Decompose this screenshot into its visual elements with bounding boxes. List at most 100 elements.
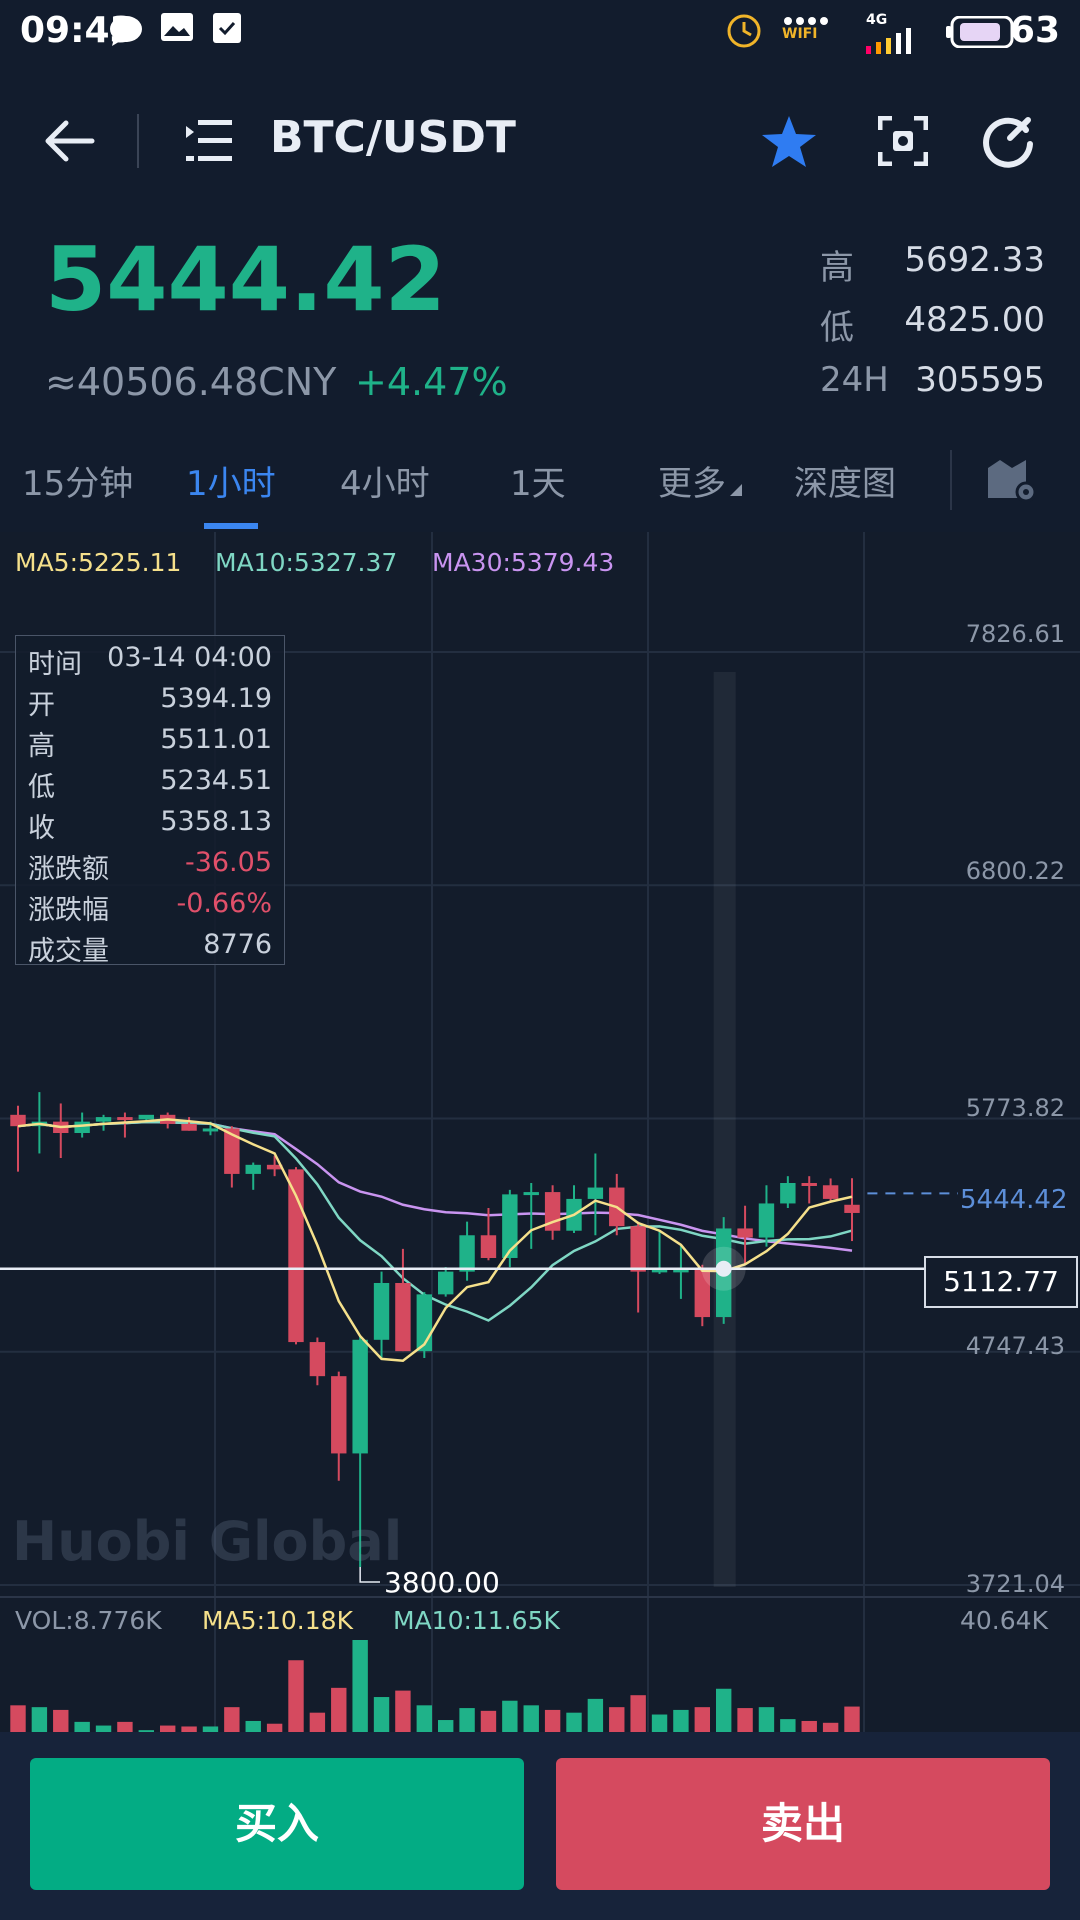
volume-bar (352, 1640, 368, 1732)
status-bar: 09:43 WIFI 4G 63 (0, 0, 1080, 64)
battery-icon (946, 16, 1014, 48)
header-divider (137, 114, 139, 168)
candle-body (630, 1226, 646, 1272)
candle-body (822, 1185, 839, 1199)
pair-title[interactable]: BTC/USDT (270, 112, 516, 163)
vol-max-label: 40.64K (960, 1606, 1048, 1635)
buy-button[interactable]: 买入 (30, 1758, 524, 1890)
y-tick-label: 6800.22 (965, 857, 1065, 885)
volume-bar (587, 1698, 604, 1732)
cell-signal-icon (866, 28, 911, 54)
crosshair-price-tag: 5112.77 (924, 1256, 1078, 1308)
volume-bar (437, 1720, 454, 1732)
volume-bar (758, 1707, 775, 1732)
volume-bar (523, 1705, 539, 1732)
candle-body (309, 1342, 326, 1377)
volume-bar (331, 1687, 347, 1732)
volume-bar (459, 1708, 475, 1732)
change-percent: +4.47% (355, 360, 508, 404)
back-arrow-icon[interactable] (42, 118, 98, 164)
star-icon[interactable] (760, 114, 818, 170)
volume-bar (822, 1722, 839, 1732)
image-icon (161, 13, 193, 41)
vol-legend: VOL:8.776K (15, 1606, 162, 1635)
candle-body (459, 1235, 475, 1272)
ma10-legend: MA10:5327.37 (215, 548, 398, 577)
candle-body (587, 1187, 604, 1199)
candle-body (74, 1121, 90, 1134)
volume-bar (609, 1707, 625, 1732)
volume-bar (694, 1707, 711, 1732)
chart-settings-icon[interactable] (986, 456, 1038, 504)
volume-bar (801, 1720, 817, 1732)
candle-body (138, 1114, 155, 1120)
tooltip-row-change-pct: 涨跌幅 -0.66% (28, 888, 272, 926)
volume-bar (502, 1700, 518, 1732)
y-tick-label: 4747.43 (965, 1332, 1065, 1360)
chat-bubble-icon (110, 16, 142, 46)
volume-bar (53, 1709, 69, 1732)
candle-body (373, 1282, 390, 1340)
dropdown-triangle-icon (730, 484, 742, 496)
candle-body (181, 1123, 197, 1131)
high-value: 5692.33 (904, 240, 1045, 280)
tooltip-row-close: 收 5358.13 (28, 806, 272, 844)
tab-1hour[interactable]: 1小时 (186, 456, 276, 505)
candle-body (480, 1235, 497, 1258)
volume-bar (373, 1697, 390, 1732)
cny-price: ≈40506.48CNY (45, 360, 337, 404)
tooltip-row-high: 高 5511.01 (28, 724, 272, 762)
menu-list-icon[interactable] (182, 116, 234, 164)
tab-15min[interactable]: 15分钟 (22, 456, 133, 505)
volume-bar (245, 1720, 261, 1732)
last-price-tag: 5444.42 (960, 1185, 1068, 1215)
volume-bar (224, 1707, 240, 1732)
last-price: 5444.42 (45, 228, 446, 331)
refresh-icon[interactable] (980, 114, 1036, 170)
candle-body (395, 1282, 411, 1352)
volume-bar (395, 1690, 411, 1732)
candle-body (844, 1204, 860, 1213)
tooltip-row-low: 低 5234.51 (28, 765, 272, 803)
volume-bar (480, 1710, 497, 1732)
ma30-legend: MA30:5379.43 (432, 548, 615, 577)
clipboard-check-icon (213, 13, 241, 43)
candle-body (758, 1203, 775, 1238)
tab-separator (950, 450, 952, 510)
volume-bar (288, 1660, 304, 1732)
y-tick-label: 3721.04 (965, 1570, 1065, 1598)
tab-more[interactable]: 更多 (658, 456, 726, 505)
volume-bar (117, 1721, 133, 1732)
candle-body (502, 1194, 518, 1258)
sell-button[interactable]: 卖出 (556, 1758, 1050, 1890)
candle-body (352, 1339, 368, 1454)
tab-4hour[interactable]: 4小时 (340, 456, 430, 505)
volume-bar (630, 1695, 646, 1732)
ma5-legend: MA5:5225.11 (15, 548, 182, 577)
vol-ma5-legend: MA5:10.18K (202, 1606, 353, 1635)
candle-body (202, 1128, 219, 1132)
volume-bar (715, 1688, 732, 1732)
tooltip-row-open: 开 5394.19 (28, 683, 272, 721)
candle-body (780, 1182, 796, 1204)
y-tick-label: 7826.61 (965, 620, 1065, 648)
crosshair-dot (715, 1260, 732, 1277)
volume-bar (566, 1712, 582, 1732)
vol24h-value: 305595 (915, 360, 1045, 400)
vol-ma10-legend: MA10:11.65K (393, 1606, 560, 1635)
candle-body (331, 1376, 347, 1454)
volume-bar (10, 1705, 26, 1732)
active-tab-indicator (204, 523, 258, 529)
battery-level: 63 (1009, 10, 1060, 51)
low-marker-label: 3800.00 (384, 1566, 500, 1599)
volume-bar (266, 1723, 283, 1732)
volume-bar (544, 1709, 561, 1732)
wifi-signal-icon (784, 17, 828, 25)
scan-icon[interactable] (878, 116, 928, 166)
tooltip-row-change: 涨跌额 -36.05 (28, 847, 272, 885)
tab-1day[interactable]: 1天 (510, 456, 566, 505)
candle-body (523, 1192, 539, 1196)
tab-depth[interactable]: 深度图 (794, 456, 896, 505)
tooltip-row-volume: 成交量 8776 (28, 929, 272, 967)
volume-bar (737, 1708, 753, 1732)
